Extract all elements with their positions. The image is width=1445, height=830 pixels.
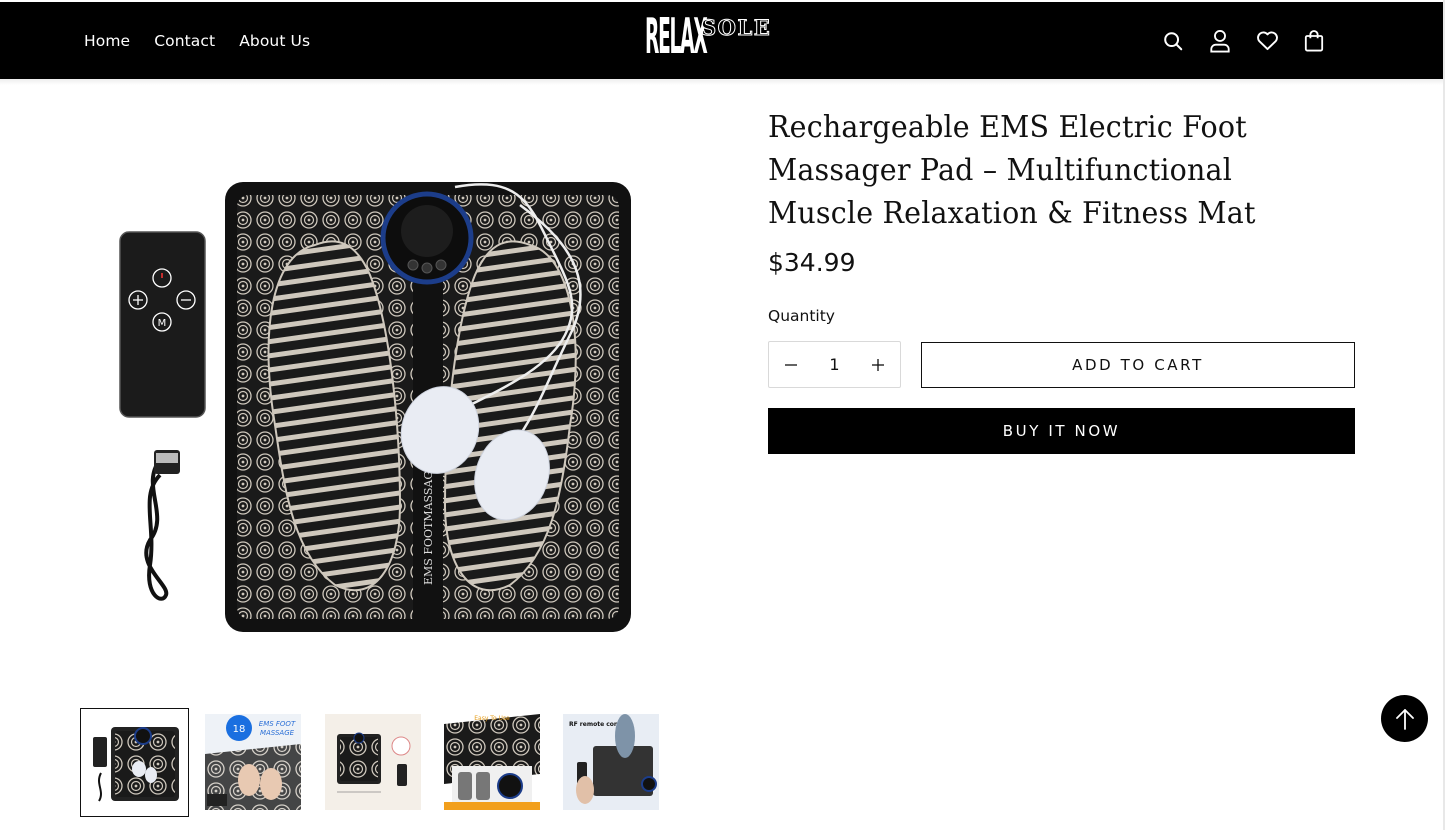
quantity-stepper [768,341,901,388]
arrow-up-icon [1395,708,1414,730]
product-title: Rechargeable EMS Electric Foot Massager … [768,110,1256,231]
svg-text:18: 18 [233,724,246,735]
thumb-feet-on-mat[interactable]: 18 EMS FOOT MASSAGE [205,714,301,810]
thumb-easy-to-use[interactable]: Easy To Use [444,714,540,810]
header-icons [1160,2,1327,79]
logo-sole-text: SOLE [700,15,772,40]
nav-about-link[interactable]: About Us [239,32,310,50]
nav-contact-link[interactable]: Contact [154,32,215,50]
nav-home-link[interactable]: Home [84,32,130,50]
cart-bag-icon[interactable] [1301,28,1327,54]
header-shadow [0,79,1443,85]
thumb-rf-remote[interactable]: RF remote control [563,714,659,810]
thumb-dimensions[interactable] [325,714,421,810]
wishlist-heart-icon[interactable] [1254,28,1280,54]
plus-icon [872,358,884,371]
main-nav: Home Contact About Us [84,2,310,79]
svg-text:Easy To Use: Easy To Use [474,715,510,722]
product-price: $34.99 [768,248,856,277]
svg-text:MASSAGE: MASSAGE [260,729,295,737]
search-icon[interactable] [1160,28,1186,54]
buy-it-now-button[interactable]: BUY IT NOW [768,408,1355,454]
svg-text:EMS FOOT: EMS FOOT [259,720,296,728]
quantity-input[interactable] [814,355,855,374]
minus-icon [785,363,797,366]
quantity-decrease-button[interactable] [779,353,803,377]
add-to-cart-button[interactable]: ADD TO CART [921,342,1355,388]
account-icon[interactable] [1207,28,1233,54]
svg-text:M: M [158,318,167,329]
site-header: Home Contact About Us RELAX SOLE [0,2,1443,79]
quantity-label: Quantity [768,307,835,325]
back-to-top-button[interactable] [1381,695,1428,742]
logo-relax-text: RELAX [645,9,708,66]
site-logo[interactable]: RELAX SOLE [645,9,795,68]
thumb-mat-with-remote[interactable] [80,708,189,817]
product-main-image[interactable]: M EMS FOOTMASSAGER [100,165,650,645]
quantity-increase-button[interactable] [866,353,890,377]
